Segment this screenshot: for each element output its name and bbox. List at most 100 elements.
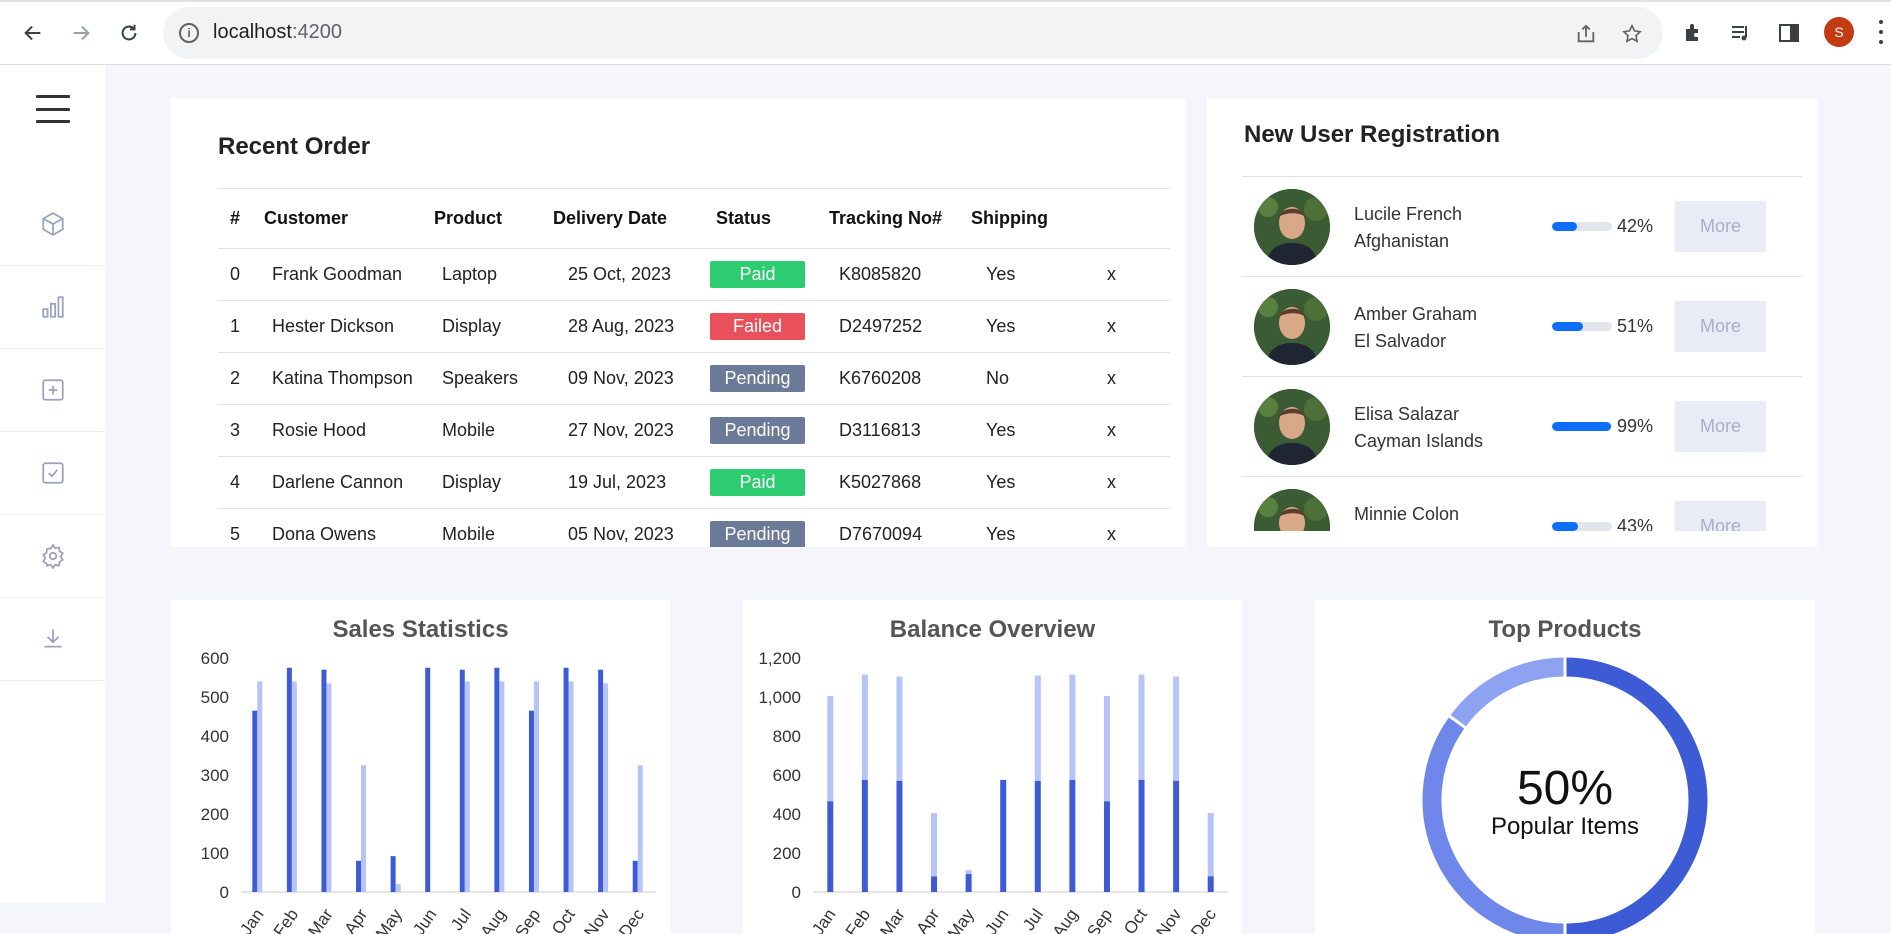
y-tick-label: 200 [201, 805, 229, 824]
bar-series-1 [598, 669, 604, 892]
cell-tracking: K8085820 [817, 248, 959, 301]
bar-series-2 [568, 681, 574, 892]
cell-delivery-date: 25 Oct, 2023 [541, 248, 704, 301]
x-tick-label: Oct [1120, 905, 1151, 934]
cell-customer-text: Dona Owens [272, 524, 377, 544]
status-badge: Paid [710, 261, 805, 288]
table-row[interactable]: 4 Darlene Cannon Display 19 Jul, 2023 Paid K5… [218, 456, 1170, 509]
status-badge: Pending [710, 417, 805, 444]
bar-series-1 [1000, 779, 1007, 892]
cell-action-text[interactable]: x [1107, 524, 1116, 544]
sidebar-item-analytics[interactable] [0, 266, 105, 349]
cell-id-text: 1 [230, 316, 241, 336]
sidebar-item-tasks[interactable] [0, 432, 105, 515]
cell-product-text: Speakers [442, 368, 519, 388]
user-name: Elisa Salazar [1354, 404, 1460, 424]
site-info-icon[interactable]: i [179, 23, 199, 43]
cell-action-text[interactable]: x [1107, 316, 1116, 336]
user-name: Amber Graham [1354, 304, 1478, 324]
media-queue-icon[interactable] [1727, 19, 1755, 47]
cell-action: x [1075, 456, 1170, 509]
cell-action: x [1075, 300, 1170, 353]
bar-series-1 [252, 710, 258, 892]
sidebar-item-add[interactable] [0, 349, 105, 432]
cell-customer: Frank Goodman [252, 248, 422, 301]
col-header-tracking: Tracking No# [817, 188, 959, 249]
list-item: Minnie Colon Antarctica 43% More [1242, 477, 1802, 531]
reload-button[interactable] [114, 18, 144, 48]
y-tick-label: 400 [773, 805, 801, 824]
cell-id-text: 0 [230, 264, 241, 284]
profile-avatar[interactable]: S [1824, 17, 1854, 47]
cell-product: Speakers [422, 352, 541, 405]
cell-delivery-date: 27 Nov, 2023 [541, 404, 704, 457]
x-tick-label: Jun [409, 905, 440, 934]
cell-action-text[interactable]: x [1107, 420, 1116, 440]
cell-id-text: 2 [230, 368, 241, 388]
status-badge: Failed [710, 313, 805, 340]
extensions-icon[interactable] [1680, 19, 1708, 47]
user-list: Lucile French Afghanistan 42% More Amber Gra… [1207, 177, 1818, 531]
more-button[interactable]: More [1675, 401, 1766, 452]
progress-bar [1552, 422, 1612, 431]
x-tick-label: Jul [1019, 905, 1047, 934]
recent-order-title: Recent Order [218, 133, 371, 160]
cell-action-text[interactable]: x [1107, 264, 1116, 284]
bar-series-2 [464, 681, 470, 892]
bar-series-1 [321, 669, 327, 892]
sidebar-item-products[interactable] [0, 183, 105, 266]
x-tick-label: Aug [1049, 905, 1082, 934]
side-panel-icon[interactable] [1775, 19, 1803, 47]
y-tick-label: 1,000 [758, 688, 801, 707]
url-text[interactable]: localhost:4200 [213, 21, 342, 44]
cell-delivery-date-text: 25 Oct, 2023 [568, 264, 672, 284]
x-tick-label: Dec [615, 905, 648, 934]
table-row[interactable]: 0 Frank Goodman Laptop 25 Oct, 2023 Paid K808… [218, 248, 1170, 301]
y-tick-label: 200 [773, 844, 801, 863]
y-tick-label: 0 [792, 883, 801, 902]
cell-shipping: No [959, 352, 1075, 405]
bookmark-star-icon[interactable] [1619, 21, 1645, 47]
bar-series-1 [827, 801, 834, 892]
cell-action-text[interactable]: x [1107, 472, 1116, 492]
browser-menu-icon[interactable] [1878, 20, 1884, 44]
more-button[interactable]: More [1675, 501, 1766, 531]
cell-id-text: 5 [230, 524, 241, 544]
table-row[interactable]: 2 Katina Thompson Speakers 09 Nov, 2023 Pend… [218, 352, 1170, 405]
x-tick-label: Jul [447, 905, 475, 934]
back-button[interactable] [18, 18, 48, 48]
share-icon[interactable] [1573, 21, 1599, 47]
bar-series-1 [1138, 779, 1145, 892]
arrow-right-icon [73, 25, 90, 41]
forward-button[interactable] [66, 18, 96, 48]
bar-series-1 [390, 856, 396, 892]
status-badge: Paid [710, 469, 805, 496]
table-row[interactable]: 1 Hester Dickson Display 28 Aug, 2023 Failed… [218, 300, 1170, 353]
cell-shipping-text: Yes [986, 316, 1016, 336]
cell-action-text[interactable]: x [1107, 368, 1116, 388]
cell-id: 2 [218, 352, 252, 405]
more-button[interactable]: More [1675, 201, 1766, 252]
sidebar-item-settings[interactable] [0, 515, 105, 598]
sidebar-item-download[interactable] [0, 598, 105, 681]
y-tick-label: 1,200 [758, 649, 801, 668]
bar-series-2 [603, 683, 609, 892]
cell-tracking: D2497252 [817, 300, 959, 353]
check-square-icon [41, 462, 64, 484]
avatar [1254, 489, 1330, 531]
table-row[interactable]: 3 Rosie Hood Mobile 27 Nov, 2023 Pending D311… [218, 404, 1170, 457]
cell-product-text: Mobile [442, 420, 496, 440]
hamburger-menu-icon[interactable] [36, 95, 70, 123]
sales-chart: 600 500 400 300 200 100 0 Jan Feb Mar Apr May Jun Jul… [201, 649, 656, 934]
cell-product: Display [422, 456, 541, 509]
cell-delivery-date: 19 Jul, 2023 [541, 456, 704, 509]
more-button[interactable]: More [1675, 301, 1766, 352]
cell-product-text: Mobile [442, 524, 496, 544]
cell-action: x [1075, 404, 1170, 457]
cell-customer-text: Katina Thompson [272, 368, 413, 388]
bar-series-2 [931, 813, 938, 877]
cell-tracking: D3116813 [817, 404, 959, 457]
progress-fill [1552, 222, 1578, 231]
address-bar[interactable]: i localhost:4200 [163, 7, 1663, 59]
balance-overview-card: Balance Overview 1,200 1,000 800 600 400 200 0… [743, 600, 1242, 934]
